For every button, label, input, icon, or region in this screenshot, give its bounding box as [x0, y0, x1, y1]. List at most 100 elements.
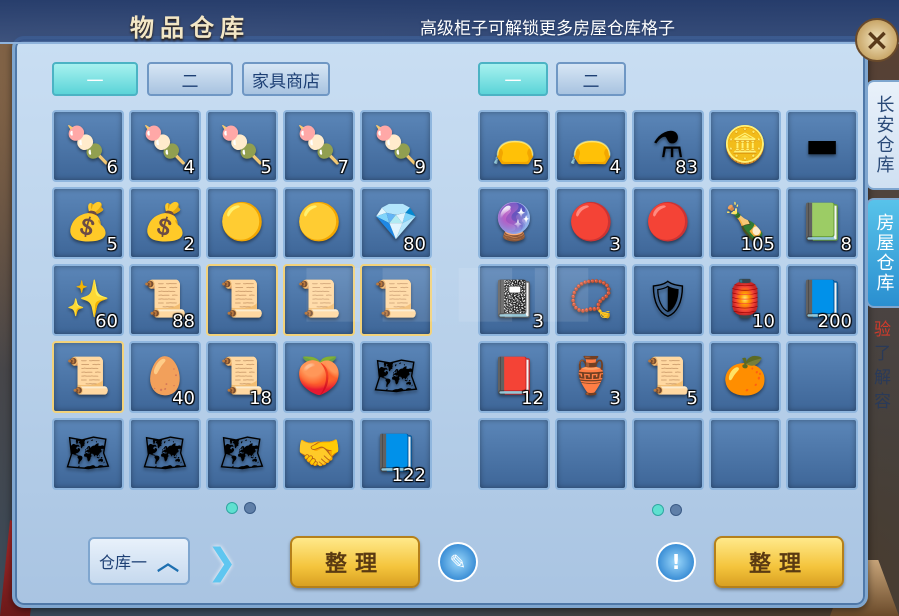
inventory-slot[interactable]: ✨ 60	[52, 264, 124, 336]
item-count: 4	[183, 157, 195, 178]
right-tab-1[interactable]: 一	[478, 62, 548, 96]
inventory-slot[interactable]: 🗺	[129, 418, 201, 490]
empty-slot[interactable]	[786, 418, 858, 490]
page-dot[interactable]	[670, 504, 682, 516]
left-tab-2[interactable]: 二	[147, 62, 233, 96]
inventory-slot[interactable]: 🤝	[283, 418, 355, 490]
inventory-slot[interactable]: 🟡	[206, 187, 278, 259]
treasure-map-icon: 🗺	[65, 433, 111, 474]
inventory-slot[interactable]: 📜 88	[129, 264, 201, 336]
inventory-slot[interactable]: 👝 5	[478, 110, 550, 182]
treasure-map-icon: 🗺	[219, 433, 265, 474]
empty-slot[interactable]	[709, 418, 781, 490]
armor-wings-icon: 🛡	[645, 279, 691, 320]
gourd-bag-icon: 🏺	[568, 356, 614, 397]
left-tab-1[interactable]: 一	[52, 62, 138, 96]
item-count: 4	[609, 157, 621, 178]
side-tab-changan-warehouse[interactable]: 长安仓库	[866, 80, 899, 190]
handshake-badge-icon: 🤝	[296, 433, 342, 474]
side-note-text: 了解	[874, 344, 891, 388]
inventory-slot[interactable]: 🍾 105	[709, 187, 781, 259]
tangyuan-plate-dark-icon: 🍡	[373, 125, 419, 166]
side-note-tail: 容	[874, 392, 891, 412]
inventory-slot[interactable]: 📜 5	[632, 341, 704, 413]
inventory-slot[interactable]: 🏺 3	[555, 341, 627, 413]
warehouse-selector[interactable]: 仓库一 ︿	[88, 537, 190, 585]
sort-right-button[interactable]: 整理	[714, 536, 844, 588]
red-stone-icon: 🔴	[645, 202, 691, 243]
item-count: 12	[521, 388, 544, 409]
inventory-slot[interactable]: 🍡 7	[283, 110, 355, 182]
item-count: 2	[183, 234, 195, 255]
tangyuan-plate-red-icon: 🍡	[219, 125, 265, 166]
inventory-slot[interactable]: 🗺	[360, 341, 432, 413]
inventory-slot[interactable]: 👝 4	[555, 110, 627, 182]
title-bar: 物品仓库 高级柜子可解锁更多房屋仓库格子	[0, 0, 899, 44]
empty-slot[interactable]	[786, 341, 858, 413]
inventory-slot[interactable]: 📗 8	[786, 187, 858, 259]
empty-slot[interactable]	[478, 418, 550, 490]
treasure-map-icon: 🗺	[373, 356, 419, 397]
item-count: 3	[609, 234, 621, 255]
right-tab-2[interactable]: 二	[556, 62, 626, 96]
inventory-slot[interactable]: 🍑	[283, 341, 355, 413]
inventory-slot[interactable]: 📘 122	[360, 418, 432, 490]
item-count: 200	[817, 311, 852, 332]
page-dot[interactable]	[244, 502, 256, 514]
inventory-slot[interactable]: 🍡 9	[360, 110, 432, 182]
item-count: 88	[172, 311, 195, 332]
right-page-dots	[652, 504, 682, 516]
money-bag-icon: 💰	[65, 202, 111, 243]
item-count: 40	[172, 388, 195, 409]
close-icon: ×	[864, 22, 890, 58]
inventory-slot[interactable]: ⚗ 83	[632, 110, 704, 182]
inventory-slot[interactable]: 🗺	[52, 418, 124, 490]
watermark: ■■■■	[300, 248, 605, 330]
inventory-slot[interactable]: 📜 18	[206, 341, 278, 413]
item-count: 6	[106, 157, 118, 178]
empty-slot[interactable]	[555, 418, 627, 490]
inventory-slot[interactable]: 🍊	[709, 341, 781, 413]
inventory-slot[interactable]: 💰 2	[129, 187, 201, 259]
tangyuan-plate-pink-icon: 🍡	[296, 125, 342, 166]
edit-icon[interactable]: ✎	[438, 542, 478, 582]
inventory-slot[interactable]: 🍡 6	[52, 110, 124, 182]
inventory-slot[interactable]: 📘 200	[786, 264, 858, 336]
inventory-slot[interactable]: 🗺	[206, 418, 278, 490]
arrow-right-icon[interactable]: ❯	[204, 540, 240, 584]
oranges-icon: 🍊	[722, 356, 768, 397]
golden-orb-icon: 🟡	[296, 202, 342, 243]
inventory-slot[interactable]: ▬	[786, 110, 858, 182]
item-count: 18	[249, 388, 272, 409]
inventory-slot[interactable]: 💰 5	[52, 187, 124, 259]
item-count: 122	[391, 465, 426, 486]
inventory-slot[interactable]: 📜	[52, 341, 124, 413]
inventory-slot[interactable]: 🪙	[709, 110, 781, 182]
empty-slot[interactable]	[632, 418, 704, 490]
furniture-shop-tab[interactable]: 家具商店	[242, 62, 330, 96]
paper-scroll-icon: 📜	[645, 356, 691, 397]
page-dot[interactable]	[652, 504, 664, 516]
inventory-slot[interactable]: 🔴	[632, 187, 704, 259]
sort-left-button[interactable]: 整理	[290, 536, 420, 588]
tangyuan-plate-flower-icon: 🍡	[142, 125, 188, 166]
inventory-slot[interactable]: 🍡 5	[206, 110, 278, 182]
side-tabs: 长安仓库 房屋仓库	[866, 80, 899, 316]
item-count: 9	[414, 157, 426, 178]
inventory-slot[interactable]: 📕 12	[478, 341, 550, 413]
side-tab-house-warehouse[interactable]: 房屋仓库	[866, 198, 899, 308]
golden-scroll-icon: 📜	[219, 279, 265, 320]
inventory-slot[interactable]: 📜	[206, 264, 278, 336]
item-count: 5	[260, 157, 272, 178]
item-count: 10	[752, 311, 775, 332]
inventory-slot[interactable]: 🥚 40	[129, 341, 201, 413]
money-bag-icon: 💰	[142, 202, 188, 243]
page-dot[interactable]	[226, 502, 238, 514]
close-button[interactable]: ×	[855, 18, 899, 62]
inventory-slot[interactable]: 🏮 10	[709, 264, 781, 336]
inventory-slot[interactable]: 🍡 4	[129, 110, 201, 182]
info-icon[interactable]: !	[656, 542, 696, 582]
item-count: 83	[675, 157, 698, 178]
item-count: 105	[740, 234, 775, 255]
inventory-slot[interactable]: 🛡	[632, 264, 704, 336]
